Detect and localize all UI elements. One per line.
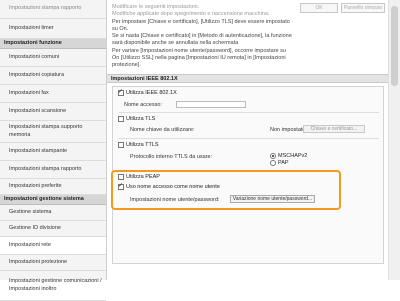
sidebar-item-comuni[interactable]: Impostazioni comuni (0, 49, 106, 67)
sidebar-item-label: Impostazioni gestione comunicazioni / Im… (9, 278, 102, 292)
sidebar-item-label: Impostazioni protezione (9, 258, 68, 265)
main-content: OK Pannello rimosso Modificare le seguen… (107, 0, 388, 280)
sidebar-item-label: Impostazioni stampa rapporto (9, 165, 82, 172)
ieee-checkbox[interactable] (118, 88, 124, 96)
radio-pap-row[interactable]: PAP (270, 160, 289, 166)
sidebar-item-protezione[interactable]: Impostazioni protezione (0, 255, 106, 271)
radio-pap-label: PAP (278, 160, 289, 166)
sidebar-item-label: Impostazioni stampante (9, 147, 68, 154)
description: Modificare le seguenti impostazioni. Mod… (112, 4, 292, 69)
ttls-checkbox-row[interactable]: Utilizza TTLS (118, 142, 159, 148)
sidebar-item-stampa-rapporto[interactable]: Impostazioni stampa rapporto (0, 161, 106, 179)
ttls-checkbox[interactable] (118, 142, 124, 148)
sidebar-header-label: Impostazioni funzione (4, 39, 62, 46)
scrollbar-thumb[interactable] (391, 6, 398, 86)
separator (119, 112, 379, 113)
sidebar-item-preferite[interactable]: Impostazioni preferite (0, 179, 106, 195)
sidebar-item-fax[interactable]: Impostazioni fax (0, 85, 106, 103)
sidebar-header-gestione-sistema: Impostazioni gestione sistema (0, 195, 106, 205)
ttls-label: Utilizza TTLS (126, 142, 159, 148)
tls-checkbox[interactable] (118, 116, 124, 122)
sidebar-item-gestione-sistema[interactable]: Gestione sistema (0, 205, 106, 221)
sidebar-header-funzione: Impostazioni funzione (0, 39, 106, 49)
ttls-protocol-label: Protocollo interno TTLS da usare: (130, 154, 213, 160)
description-line: Per variare [Impostazioni nome utente/pa… (112, 47, 286, 69)
section-title: Impostazioni IEEE 802.1X (107, 74, 388, 83)
peap-highlight-frame (111, 170, 341, 210)
ieee-checkbox-row[interactable]: Utilizza IEEE 802.1X (118, 88, 177, 96)
tls-label: Utilizza TLS (126, 116, 156, 122)
sidebar-header-label: Impostazioni gestione sistema (4, 195, 84, 202)
sidebar-item-timer[interactable]: Impostazioni timer (0, 19, 106, 39)
key-not-set-value: Non impostato. (270, 127, 307, 133)
vertical-scrollbar[interactable] (388, 0, 400, 280)
sidebar-item-stampante[interactable]: Impostazioni stampante (0, 143, 106, 161)
sidebar-item-label: Impostazioni stampa supporto memoria (9, 124, 83, 138)
ok-button[interactable]: OK (300, 3, 338, 13)
sidebar: Impostazioni stampa rapporto Impostazion… (0, 0, 107, 301)
sidebar-item-label: Impostazioni rete (9, 241, 51, 248)
description-line: Se si nasta [Chiave e certificato] in [M… (112, 33, 292, 47)
sidebar-item-stampa-rapporto-top[interactable]: Impostazioni stampa rapporto (0, 0, 106, 19)
sidebar-item-label: Impostazioni stampa rapporto (9, 5, 82, 12)
sidebar-item-label: Gestione ID divisione (9, 224, 61, 231)
main-panel: OK Pannello rimosso Modificare le seguen… (107, 0, 400, 280)
sidebar-item-label: Impostazioni comuni (9, 53, 60, 60)
ieee-label: Utilizza IEEE 802.1X (126, 90, 177, 96)
sidebar-item-label: Impostazioni timer (9, 24, 54, 31)
sidebar-item-label: Impostazioni fax (9, 89, 49, 96)
sidebar-item-label: Impostazioni copiatura (9, 71, 65, 78)
radio-mschapv2-row[interactable]: MSCHAPv2 (270, 153, 307, 159)
description-line: Modifiche applicate dopo spegnimento e r… (112, 11, 270, 18)
sidebar-item-copiatura[interactable]: Impostazioni copiatura (0, 67, 106, 85)
key-name-label: Nome chiave da utilizzare: (130, 127, 195, 133)
tls-checkbox-row[interactable]: Utilizza TLS (118, 116, 155, 122)
sidebar-item-gestione-id[interactable]: Gestione ID divisione (0, 221, 106, 237)
sidebar-item-label: Impostazioni preferite (9, 182, 62, 189)
sidebar-item-rete[interactable]: Impostazioni rete (0, 237, 106, 255)
sidebar-item-label: Gestione sistema (9, 208, 52, 215)
sidebar-item-comunicazioni[interactable]: Impostazioni gestione comunicazioni / Im… (0, 271, 106, 301)
sidebar-item-supporto-memoria[interactable]: Impostazioni stampa supporto memoria (0, 121, 106, 143)
key-certificate-button[interactable]: Chiave e certificato... (303, 125, 365, 133)
cancel-button[interactable]: Pannello rimosso (341, 3, 385, 13)
radio-pap[interactable] (270, 160, 276, 166)
sidebar-item-label: Impostazioni scansione (9, 107, 67, 114)
radio-mschapv2-label: MSCHAPv2 (278, 153, 308, 159)
sidebar-item-scansione[interactable]: Impostazioni scansione (0, 103, 106, 121)
login-name-input[interactable] (176, 101, 246, 108)
description-line: Modificare le seguenti impostazioni. (112, 4, 200, 10)
login-name-label: Nome accesso: (124, 102, 162, 108)
description-line: Per impostare [Chiave e certificato], [U… (112, 18, 290, 32)
radio-mschapv2[interactable] (270, 153, 276, 159)
separator (119, 138, 379, 139)
page: Impostazioni stampa rapporto Impostazion… (0, 0, 400, 301)
